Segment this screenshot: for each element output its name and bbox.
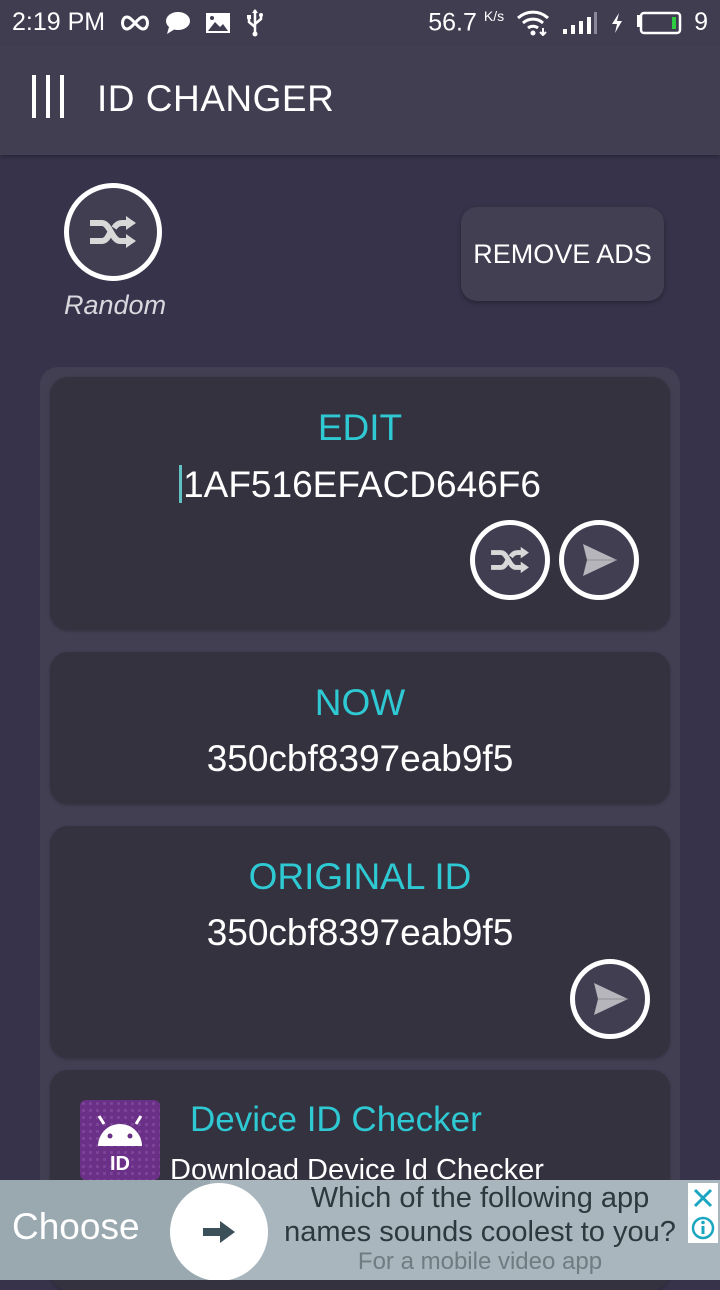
send-icon xyxy=(590,981,630,1017)
charging-icon xyxy=(610,12,624,34)
edit-id-input[interactable]: 1AF516EFACD646F6 xyxy=(50,464,670,506)
infinity-icon xyxy=(119,13,151,33)
promo-title[interactable]: Device ID Checker xyxy=(190,1100,482,1140)
info-icon[interactable] xyxy=(691,1216,715,1240)
status-bar: 2:19 PM 56.7 K/s 9 xyxy=(0,0,720,45)
ad-arrow-button[interactable] xyxy=(170,1183,268,1280)
battery-icon xyxy=(636,11,682,35)
battery-level: 9 xyxy=(694,8,708,36)
ad-controls xyxy=(688,1183,718,1243)
app-title: ID CHANGER xyxy=(97,78,335,119)
original-id-label: ORIGINAL ID xyxy=(248,856,472,897)
now-card: NOW 350cbf8397eab9f5 xyxy=(50,652,670,804)
ad-banner[interactable]: Choose Which of the following app names … xyxy=(0,1180,720,1280)
wifi-icon xyxy=(516,10,550,36)
edit-shuffle-button[interactable] xyxy=(470,520,550,600)
ad-subtext: For a mobile video app xyxy=(357,1248,603,1275)
shuffle-icon xyxy=(88,215,138,249)
menu-button[interactable] xyxy=(30,75,66,120)
id-panel: EDIT 1AF516EFACD646F6 NOW 350cbf8397eab9… xyxy=(40,367,680,1290)
shuffle-icon xyxy=(489,546,531,574)
remove-ads-button[interactable]: REMOVE ADS xyxy=(461,207,664,301)
now-value: 350cbf8397eab9f5 xyxy=(206,738,514,779)
ad-headline-line1: Which of the following app xyxy=(310,1182,650,1214)
signal-icon xyxy=(562,11,598,35)
status-time: 2:19 PM xyxy=(12,8,106,36)
usb-icon xyxy=(245,8,265,37)
chat-bubble-icon xyxy=(165,11,191,35)
ad-choose-label: Choose xyxy=(12,1206,140,1247)
menu-icon xyxy=(32,75,36,118)
restore-original-button[interactable] xyxy=(570,959,650,1039)
close-icon[interactable] xyxy=(692,1187,714,1209)
image-icon xyxy=(205,12,231,34)
svg-text:ID: ID xyxy=(110,1153,130,1175)
arrow-right-icon xyxy=(202,1219,236,1245)
app-bar: ID CHANGER xyxy=(0,45,720,155)
android-icon: ID xyxy=(97,1115,143,1175)
device-id-checker-app-icon: ID xyxy=(80,1100,160,1180)
net-speed: 56.7 K/s xyxy=(428,7,505,37)
random-button[interactable] xyxy=(64,183,162,281)
ad-headline-line2: names sounds coolest to you? xyxy=(284,1216,676,1248)
now-label: NOW xyxy=(314,682,406,723)
original-id-card: ORIGINAL ID 350cbf8397eab9f5 xyxy=(50,826,670,1058)
edit-label: EDIT xyxy=(317,407,403,448)
edit-card: EDIT 1AF516EFACD646F6 xyxy=(50,377,670,630)
text-cursor xyxy=(179,465,183,503)
edit-apply-button[interactable] xyxy=(559,520,639,600)
send-icon xyxy=(579,542,619,578)
random-label: Random xyxy=(64,290,167,320)
original-id-value: 350cbf8397eab9f5 xyxy=(206,912,514,953)
